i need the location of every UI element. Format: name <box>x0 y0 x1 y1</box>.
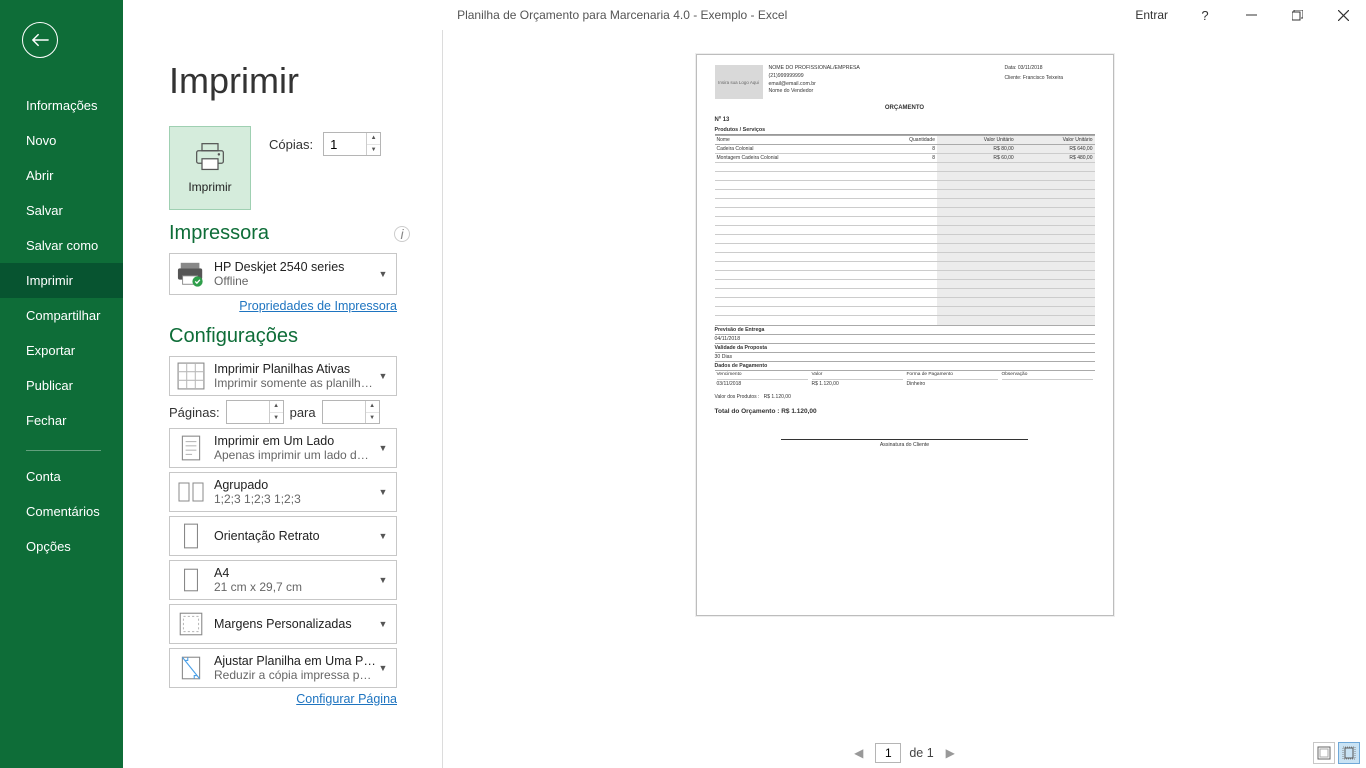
back-button[interactable] <box>22 22 58 58</box>
company-name: NOME DO PROFISSIONAL/EMPRESA <box>769 65 999 73</box>
spinner-down-icon[interactable]: ▼ <box>366 413 379 424</box>
company-email: email@email.com.br <box>769 81 999 89</box>
active-sheets-icon <box>176 361 206 391</box>
total-line: Total do Orçamento : R$ 1.120,00 <box>715 408 1095 415</box>
collate-dropdown[interactable]: Agrupado1;2;3 1;2;3 1;2;3 ▼ <box>169 472 397 512</box>
backstage-sidebar: InformaçõesNovoAbrirSalvarSalvar comoImp… <box>0 0 123 768</box>
backstage-main: Imprimir Imprimir Cópias: ▲▼ Imp <box>123 30 1366 768</box>
print-preview-column: Insira sua Logo Aqui NOME DO PROFISSIONA… <box>443 30 1366 768</box>
chevron-down-icon: ▼ <box>376 575 390 585</box>
settings-heading: Configurações <box>169 325 442 348</box>
spinner-down-icon[interactable]: ▼ <box>367 145 380 156</box>
logo-placeholder: Insira sua Logo Aqui <box>715 65 763 99</box>
menu-separator <box>26 450 101 451</box>
spinner-up-icon[interactable]: ▲ <box>366 401 379 413</box>
orientation-dropdown[interactable]: Orientação Retrato ▼ <box>169 516 397 556</box>
seller-name: Nome do Vendedor <box>769 88 999 96</box>
spinner-up-icon[interactable]: ▲ <box>270 401 283 413</box>
help-icon[interactable]: ? <box>1182 0 1228 30</box>
spinner-down-icon[interactable]: ▼ <box>270 413 283 424</box>
sidebar-item[interactable]: Opções <box>0 529 123 564</box>
fit-page-icon <box>176 653 206 683</box>
pages-from-spinner[interactable]: ▲▼ <box>226 400 284 424</box>
paper-icon <box>176 565 206 595</box>
pages-range: Páginas: ▲▼ para ▲▼ <box>169 400 442 424</box>
sidebar-item[interactable]: Conta <box>0 459 123 494</box>
printer-dropdown[interactable]: HP Deskjet 2540 series Offline ▼ <box>169 253 397 295</box>
portrait-icon <box>176 521 206 551</box>
items-table: NomeQuantidadeValor UnitárioValor Unitár… <box>715 135 1095 325</box>
minimize-icon[interactable] <box>1228 0 1274 30</box>
preview-page: Insira sua Logo Aqui NOME DO PROFISSIONA… <box>696 54 1114 616</box>
scaling-dropdown[interactable]: Ajustar Planilha em Uma Pá…Reduzir a cóp… <box>169 648 397 688</box>
signature-block: Assinatura do Cliente <box>715 439 1095 448</box>
window-title: Planilha de Orçamento para Marcenaria 4.… <box>123 8 1121 22</box>
close-icon[interactable] <box>1320 0 1366 30</box>
restore-icon[interactable] <box>1274 0 1320 30</box>
chevron-down-icon: ▼ <box>376 531 390 541</box>
sidebar-item[interactable]: Fechar <box>0 403 123 438</box>
margins-dropdown[interactable]: Margens Personalizadas ▼ <box>169 604 397 644</box>
paper-dropdown[interactable]: A421 cm x 29,7 cm ▼ <box>169 560 397 600</box>
page-navigator: ◀ de 1 ▶ <box>443 738 1366 768</box>
sidebar-item[interactable]: Imprimir <box>0 263 123 298</box>
sidebar-item[interactable]: Exportar <box>0 333 123 368</box>
doc-title: ORÇAMENTO <box>715 105 1095 111</box>
print-button[interactable]: Imprimir <box>169 126 251 210</box>
show-margins-button[interactable] <box>1313 742 1335 764</box>
sidebar-item[interactable]: Comentários <box>0 494 123 529</box>
margins-icon <box>176 609 206 639</box>
printer-heading: Impressora i <box>169 222 442 245</box>
printer-properties-link[interactable]: Propriedades de Impressora <box>169 299 397 313</box>
print-preview-area: Insira sua Logo Aqui NOME DO PROFISSIONA… <box>443 30 1366 738</box>
printer-status-icon <box>176 259 206 289</box>
page-count-label: de 1 <box>909 746 933 760</box>
printer-name: HP Deskjet 2540 series <box>214 260 376 274</box>
sidebar-item[interactable]: Compartilhar <box>0 298 123 333</box>
doc-number: Nº 13 <box>715 117 1095 123</box>
prev-page-icon[interactable]: ◀ <box>850 746 867 760</box>
copies-label: Cópias: <box>269 137 313 152</box>
pages-label: Páginas: <box>169 405 220 420</box>
print-button-label: Imprimir <box>188 180 231 194</box>
collate-icon <box>176 477 206 507</box>
title-controls: Entrar ? <box>1121 0 1366 30</box>
printer-icon <box>194 142 226 172</box>
pages-to-input[interactable] <box>323 401 365 423</box>
print-what-dropdown[interactable]: Imprimir Planilhas AtivasImprimir soment… <box>169 356 397 396</box>
zoom-to-page-button[interactable] <box>1338 742 1360 764</box>
sidebar-item[interactable]: Publicar <box>0 368 123 403</box>
products-heading: Produtos / Serviços <box>715 127 1095 135</box>
chevron-down-icon: ▼ <box>376 663 390 673</box>
sides-dropdown[interactable]: Imprimir em Um LadoApenas imprimir um la… <box>169 428 397 468</box>
sidebar-item[interactable]: Salvar <box>0 193 123 228</box>
sidebar-item[interactable]: Abrir <box>0 158 123 193</box>
pages-to-label: para <box>290 405 316 420</box>
signin-link[interactable]: Entrar <box>1121 0 1182 30</box>
print-settings-column: Imprimir Imprimir Cópias: ▲▼ Imp <box>123 30 443 768</box>
chevron-down-icon: ▼ <box>376 269 390 279</box>
company-phone: (21)999999999 <box>769 73 999 81</box>
one-side-icon <box>176 433 206 463</box>
spinner-up-icon[interactable]: ▲ <box>367 133 380 145</box>
page-title: Imprimir <box>169 60 442 102</box>
chevron-down-icon: ▼ <box>376 487 390 497</box>
pages-to-spinner[interactable]: ▲▼ <box>322 400 380 424</box>
current-page-input[interactable] <box>875 743 901 763</box>
sidebar-item[interactable]: Novo <box>0 123 123 158</box>
copies-spinner[interactable]: ▲▼ <box>323 132 381 156</box>
sidebar-item[interactable]: Informações <box>0 88 123 123</box>
chevron-down-icon: ▼ <box>376 371 390 381</box>
title-bar: Planilha de Orçamento para Marcenaria 4.… <box>0 0 1366 30</box>
page-setup-link[interactable]: Configurar Página <box>169 692 397 706</box>
chevron-down-icon: ▼ <box>376 443 390 453</box>
sidebar-item[interactable]: Salvar como <box>0 228 123 263</box>
printer-status: Offline <box>214 274 376 288</box>
next-page-icon[interactable]: ▶ <box>942 746 959 760</box>
copies-input[interactable] <box>324 133 366 155</box>
info-icon[interactable]: i <box>394 226 410 242</box>
chevron-down-icon: ▼ <box>376 619 390 629</box>
pages-from-input[interactable] <box>227 401 269 423</box>
